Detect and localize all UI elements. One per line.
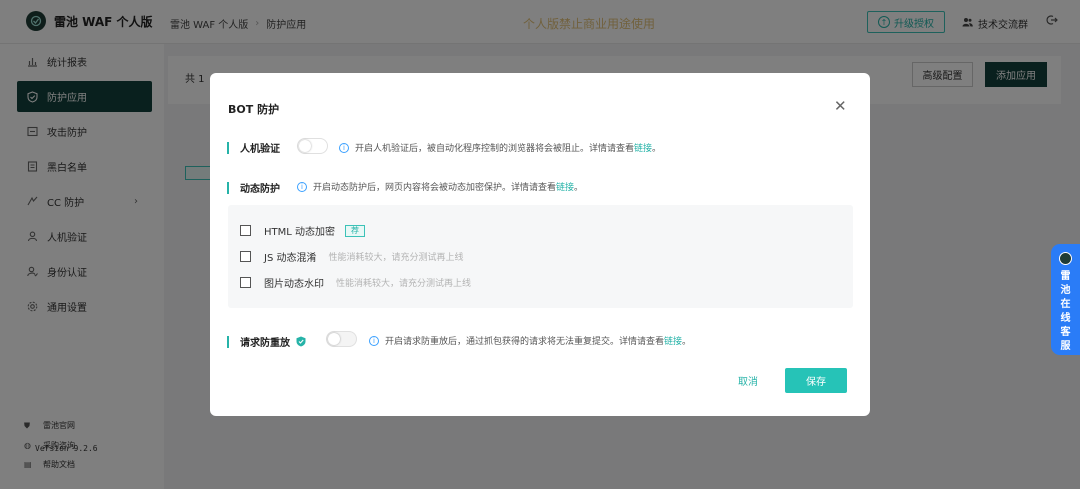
option-note: 性能消耗较大，请充分测试再上线 bbox=[336, 279, 472, 289]
info-icon: i bbox=[339, 142, 349, 153]
option-html-encrypt[interactable]: HTML 动态加密 荐 bbox=[240, 223, 366, 238]
brand-logo-icon bbox=[1059, 252, 1072, 265]
bot-protection-dialog: BOT 防护 ✕ 人机验证 i 开启人机验证后，被自动化程序控制的浏览器将会被阻… bbox=[210, 73, 870, 416]
option-js-obfuscate[interactable]: JS 动态混淆 性能消耗较大，请充分测试再上线 bbox=[240, 249, 464, 264]
pro-badge-icon bbox=[296, 336, 306, 347]
dynamic-hint: i 开启动态防护后，网页内容将会被动态加密保护。详情请查看 链接 。 bbox=[297, 180, 583, 193]
captcha-toggle[interactable] bbox=[297, 138, 328, 154]
dialog-title: BOT 防护 bbox=[228, 103, 280, 116]
option-label: 图片动态水印 bbox=[264, 279, 324, 290]
section-accent-bar bbox=[227, 181, 229, 194]
option-label: HTML 动态加密 bbox=[264, 227, 336, 238]
dynamic-detail-link[interactable]: 链接 bbox=[556, 180, 574, 193]
section-accent-bar bbox=[227, 141, 229, 154]
section-accent-bar bbox=[227, 335, 229, 348]
replay-hint-text: 开启请求防重放后，通过抓包获得的请求将无法重复提交。详情请查看 bbox=[385, 337, 665, 347]
replay-label: 请求防重放 bbox=[240, 338, 290, 349]
dynamic-options-panel: HTML 动态加密 荐 JS 动态混淆 性能消耗较大，请充分测试再上线 图片动态… bbox=[228, 205, 853, 308]
dynamic-hint-text: 开启动态防护后，网页内容将会被动态加密保护。详情请查看 bbox=[313, 183, 557, 193]
toggle-knob bbox=[328, 333, 340, 345]
cancel-button[interactable]: 取消 bbox=[730, 368, 766, 393]
online-service-label: 雷池在线客服 bbox=[1060, 271, 1071, 352]
html-encrypt-checkbox[interactable] bbox=[240, 225, 251, 236]
captcha-detail-link[interactable]: 链接 bbox=[634, 141, 652, 154]
replay-section-label: 请求防重放 bbox=[227, 334, 306, 349]
captcha-label: 人机验证 bbox=[240, 144, 280, 155]
replay-toggle[interactable] bbox=[326, 331, 357, 347]
replay-detail-link[interactable]: 链接 bbox=[664, 334, 682, 347]
captcha-hint-suffix: 。 bbox=[652, 144, 662, 154]
toggle-knob bbox=[299, 140, 311, 152]
option-note: 性能消耗较大，请充分测试再上线 bbox=[328, 253, 464, 263]
dynamic-hint-suffix: 。 bbox=[574, 183, 584, 193]
captcha-hint: i 开启人机验证后，被自动化程序控制的浏览器将会被阻止。详情请查看 链接 。 bbox=[339, 141, 661, 154]
captcha-hint-text: 开启人机验证后，被自动化程序控制的浏览器将会被阻止。详情请查看 bbox=[355, 144, 635, 154]
info-icon: i bbox=[369, 335, 379, 346]
close-icon[interactable]: ✕ bbox=[834, 99, 847, 114]
dynamic-section-label: 动态防护 bbox=[227, 180, 280, 195]
js-obfuscate-checkbox[interactable] bbox=[240, 251, 251, 262]
online-service-float[interactable]: 雷池在线客服 bbox=[1051, 244, 1080, 355]
option-label: JS 动态混淆 bbox=[264, 253, 317, 264]
image-watermark-checkbox[interactable] bbox=[240, 277, 251, 288]
recommended-badge: 荐 bbox=[345, 224, 366, 237]
dynamic-label: 动态防护 bbox=[240, 184, 280, 195]
info-icon: i bbox=[297, 181, 307, 192]
replay-hint-suffix: 。 bbox=[682, 337, 692, 347]
save-button[interactable]: 保存 bbox=[785, 368, 847, 393]
replay-hint: i 开启请求防重放后，通过抓包获得的请求将无法重复提交。详情请查看 链接 。 bbox=[369, 334, 691, 347]
captcha-section-label: 人机验证 bbox=[227, 140, 280, 155]
option-image-watermark[interactable]: 图片动态水印 性能消耗较大，请充分测试再上线 bbox=[240, 275, 471, 290]
